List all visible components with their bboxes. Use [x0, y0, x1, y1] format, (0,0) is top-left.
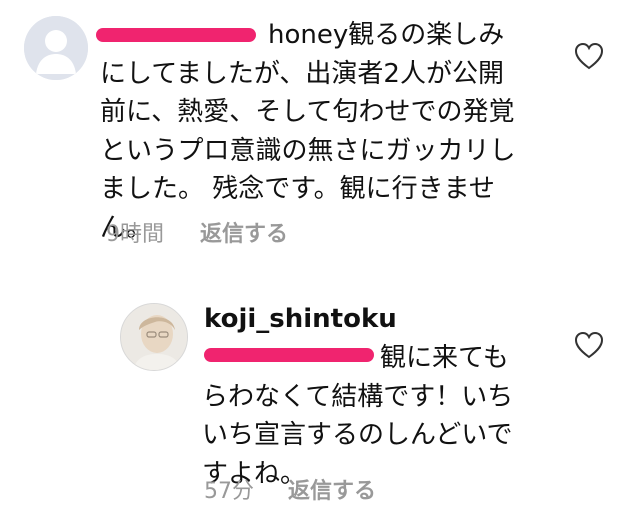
reply-text: 観に来ても らわなくて結構です！いち いち宣言するのしんどいで すよね。	[202, 339, 542, 493]
commenter-avatar[interactable]	[24, 16, 88, 80]
reply-reply-button[interactable]: 返信する	[288, 478, 376, 506]
reply-timestamp: 57分	[204, 479, 254, 504]
comment-timestamp: 9時間	[106, 222, 164, 247]
default-avatar-icon	[24, 16, 88, 80]
comment-body: honey観るの楽しみ にしてましたが、出演者2人が公開 前に、熱愛、そして匂わ…	[100, 20, 516, 243]
reply-username[interactable]: koji_shintoku	[204, 301, 397, 337]
profile-photo-avatar	[121, 304, 187, 370]
reply-button[interactable]: 返信する	[200, 221, 288, 249]
reply-body: 観に来ても らわなくて結構です！いち いち宣言するのしんどいで すよね。	[202, 343, 514, 489]
reply-avatar[interactable]	[120, 303, 188, 371]
heart-icon[interactable]	[574, 331, 604, 359]
comment-text: honey観るの楽しみ にしてましたが、出演者2人が公開 前に、熱愛、そして匂わ…	[100, 16, 560, 247]
heart-icon[interactable]	[574, 42, 604, 70]
